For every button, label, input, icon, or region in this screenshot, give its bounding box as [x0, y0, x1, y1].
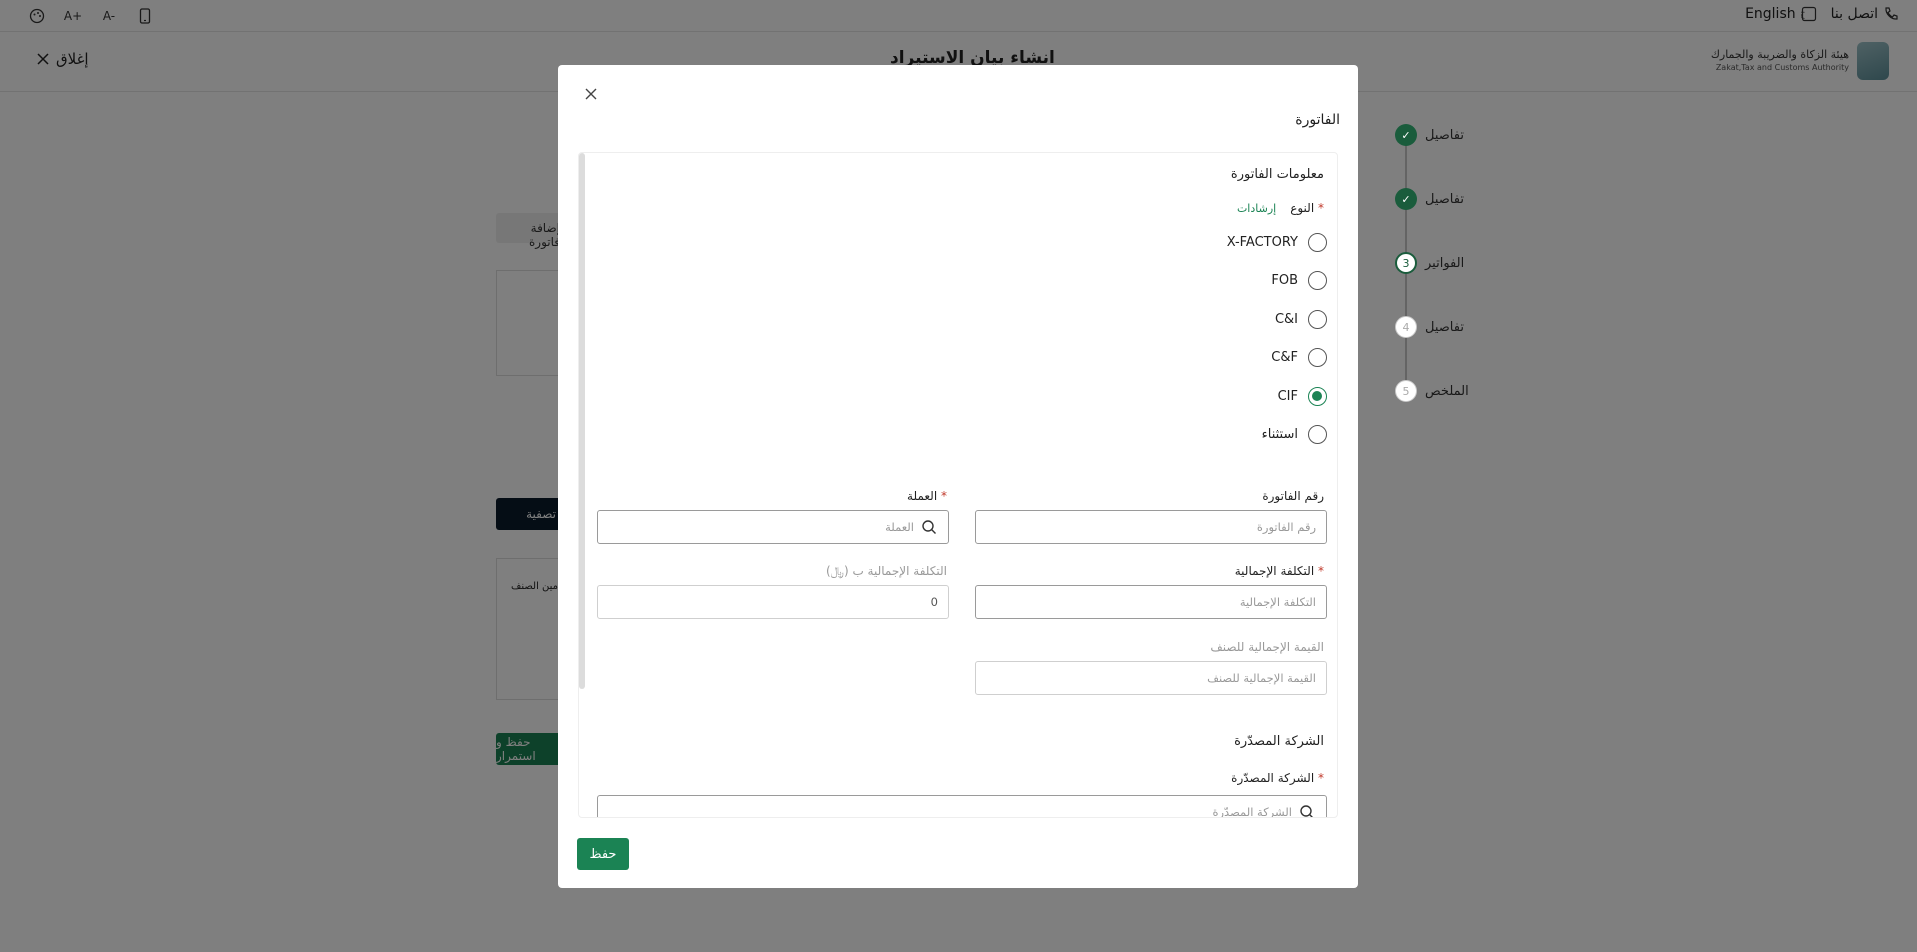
item-total-value-placeholder: القيمة الإجمالية للصنف: [1207, 671, 1316, 685]
currency-label: * العملة: [907, 489, 947, 503]
modal-close-button[interactable]: [582, 85, 600, 103]
scrollbar[interactable]: [579, 153, 585, 689]
exporter-placeholder: الشركة المصدّرة: [1212, 805, 1292, 818]
type-option-cf[interactable]: C&F: [1271, 348, 1327, 367]
save-button[interactable]: حفظ: [577, 838, 629, 870]
total-cost-label: * التكلفة الإجمالية: [1234, 564, 1324, 578]
total-cost-sar-value: 0: [930, 595, 938, 609]
invoice-modal: الفاتورة معلومات الفاتورة * النوع إرشادا…: [558, 65, 1358, 888]
step-number: 5: [1395, 380, 1417, 402]
radio-label: FOB: [1271, 273, 1298, 288]
invoice-number-label: رقم الفاتورة: [1262, 489, 1324, 503]
radio-button[interactable]: [1308, 348, 1327, 367]
search-icon: [920, 518, 938, 536]
type-option-exception[interactable]: استثناء: [1262, 425, 1327, 444]
total-cost-input[interactable]: التكلفة الإجمالية: [975, 585, 1327, 619]
type-option-ci[interactable]: C&I: [1275, 310, 1327, 329]
exporter-search-input[interactable]: الشركة المصدّرة: [597, 795, 1327, 818]
radio-button[interactable]: [1308, 310, 1327, 329]
step-check-icon: ✓: [1395, 124, 1417, 146]
type-option-x-factory[interactable]: X-FACTORY: [1227, 233, 1327, 252]
radio-button[interactable]: [1308, 233, 1327, 252]
type-option-cif[interactable]: CIF: [1278, 387, 1327, 406]
type-label: * النوع: [1290, 201, 1324, 215]
radio-label: CIF: [1277, 389, 1298, 404]
close-icon: [585, 88, 597, 100]
item-total-value-input: القيمة الإجمالية للصنف: [975, 661, 1327, 695]
step-check-icon: ✓: [1395, 188, 1417, 210]
step-number: 3: [1395, 252, 1417, 274]
exporter-label: * الشركة المصدّرة: [1231, 771, 1324, 785]
radio-button[interactable]: [1308, 425, 1327, 444]
type-option-fob[interactable]: FOB: [1271, 271, 1327, 290]
invoice-number-placeholder: رقم الفاتورة: [1256, 520, 1316, 534]
modal-title: الفاتورة: [1295, 112, 1340, 128]
radio-button[interactable]: [1308, 271, 1327, 290]
invoice-info-heading: معلومات الفاتورة: [1230, 167, 1324, 182]
total-cost-placeholder: التكلفة الإجمالية: [1239, 595, 1316, 609]
modal-scroll-area[interactable]: معلومات الفاتورة * النوع إرشادات X-FACTO…: [578, 152, 1338, 818]
radio-label: X-FACTORY: [1226, 235, 1298, 250]
radio-button-selected[interactable]: [1308, 387, 1327, 406]
radio-label: C&F: [1271, 350, 1298, 365]
currency-placeholder: العملة: [885, 520, 914, 534]
item-total-value-label: القيمة الإجمالية للصنف: [1210, 640, 1324, 654]
step-number: 4: [1395, 316, 1417, 338]
invoice-number-input[interactable]: رقم الفاتورة: [975, 510, 1327, 544]
total-cost-sar-field: 0: [597, 585, 949, 619]
guidelines-link[interactable]: إرشادات: [1237, 202, 1276, 215]
radio-label: استثناء: [1261, 427, 1298, 442]
currency-search-input[interactable]: العملة: [597, 510, 949, 544]
total-cost-sar-label: التكلفة الإجمالية ب (﷼): [825, 564, 947, 578]
radio-label: C&I: [1274, 312, 1298, 327]
exporter-heading: الشركة المصدّرة: [1234, 734, 1324, 749]
search-icon: [1298, 803, 1316, 817]
type-field-header: * النوع إرشادات: [1237, 201, 1324, 215]
